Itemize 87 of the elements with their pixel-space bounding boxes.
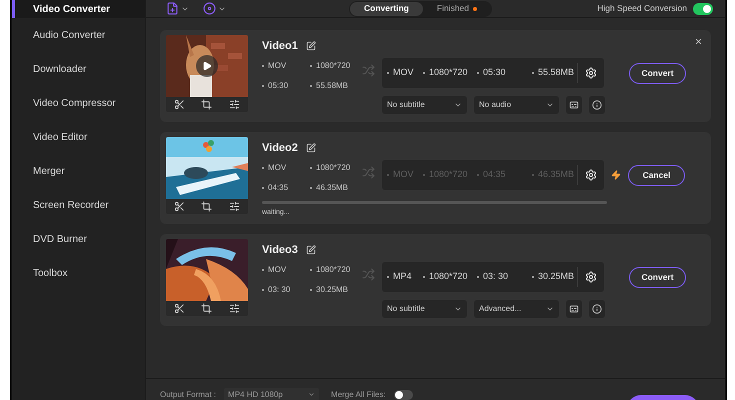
source-resolution: 1080*720 [316,264,350,276]
sidebar-item[interactable]: Audio Converter [12,18,145,52]
target-size: 46.35MB [538,168,574,182]
edit-icon[interactable] [306,143,316,153]
scissors-icon[interactable] [174,201,186,212]
convert-button[interactable]: Convert [629,63,686,84]
sidebar-item[interactable]: Screen Recorder [12,188,145,222]
subtitle-dropdown[interactable]: No subtitle [382,96,467,114]
output-format-dropdown[interactable]: MP4 HD 1080p [224,388,320,400]
source-format: MOV [268,264,286,276]
merge-label: Merge All Files: [331,388,386,400]
target-panel[interactable]: MP4 1080*720 03: 30 30.25MB [382,262,604,292]
convert-button[interactable]: Convert [629,267,686,288]
cancel-button[interactable]: Cancel [628,165,685,186]
source-resolution: 1080*720 [316,162,350,174]
sidebar-item[interactable]: Video Converter [12,0,145,18]
sliders-icon[interactable] [228,99,240,110]
sidebar-item[interactable]: Downloader [12,52,145,86]
info-icon [592,304,602,314]
info-button[interactable] [589,300,605,318]
source-duration: 04:35 [268,182,288,194]
target-format: MOV [393,66,414,80]
close-icon[interactable] [694,37,703,46]
subtitle-dropdown[interactable]: No subtitle [382,300,467,318]
video-title: Video1 [262,38,298,54]
shuffle-icon [362,166,375,179]
crop-icon[interactable] [201,99,212,110]
subtitle-button[interactable] [566,96,582,114]
source-format: MOV [268,60,286,72]
target-resolution: 1080*720 [429,66,468,80]
sidebar-item[interactable]: Video Editor [12,120,145,154]
source-size: 55.58MB [316,80,348,92]
add-disc-icon[interactable] [203,2,216,15]
merge-toggle[interactable] [394,390,413,400]
edit-icon[interactable] [306,245,316,255]
caret-icon [546,305,554,313]
settings-icon[interactable] [585,67,597,79]
info-button[interactable] [589,96,605,114]
scissors-icon[interactable] [174,303,186,314]
caret-icon [308,391,316,398]
source-format: MOV [268,162,286,174]
sliders-icon[interactable] [228,201,240,212]
tab[interactable]: Finished [422,2,492,16]
captions-icon [569,304,579,314]
source-duration: 05:30 [268,80,288,92]
target-duration: 04:35 [483,168,506,182]
sidebar-item[interactable]: DVD Burner [12,222,145,256]
target-format: MOV [393,168,414,182]
info-icon [592,100,602,110]
source-size: 46.35MB [316,182,348,194]
target-format: MP4 [393,270,412,284]
target-resolution: 1080*720 [429,168,468,182]
add-file-icon[interactable] [166,2,179,15]
sidebar-item[interactable]: Toolbox [12,256,145,290]
captions-icon [569,100,579,110]
high-speed-label: High Speed Conversion [597,2,687,15]
target-duration: 03: 30 [483,270,508,284]
target-size: 55.58MB [538,66,574,80]
source-resolution: 1080*720 [316,60,350,72]
caret-icon [454,305,462,313]
audio-dropdown[interactable]: No audio [474,96,559,114]
shuffle-icon [362,268,375,281]
output-format-label: Output Format : [160,388,216,400]
audio-dropdown[interactable]: Advanced... [474,300,559,318]
caret-icon [454,101,462,109]
tab[interactable]: Converting [350,2,423,16]
crop-icon[interactable] [201,303,212,314]
high-speed-toggle[interactable] [693,2,713,14]
edit-icon[interactable] [306,41,316,51]
target-panel[interactable]: MOV 1080*720 05:30 55.58MB [382,58,604,88]
video-title: Video2 [262,140,298,156]
sidebar-item[interactable]: Video Compressor [12,86,145,120]
crop-icon[interactable] [201,201,212,212]
caret-icon [546,101,554,109]
target-duration: 05:30 [483,66,506,80]
source-duration: 03: 30 [268,284,290,296]
video-title: Video3 [262,242,298,258]
settings-icon[interactable] [585,271,597,283]
target-size: 30.25MB [538,270,574,284]
source-size: 30.25MB [316,284,348,296]
sidebar-item[interactable]: Merger [12,154,145,188]
sliders-icon[interactable] [228,303,240,314]
scissors-icon[interactable] [174,99,186,110]
shuffle-icon [362,64,375,77]
subtitle-button[interactable] [566,300,582,318]
target-resolution: 1080*720 [429,270,468,284]
settings-icon[interactable] [585,169,597,181]
